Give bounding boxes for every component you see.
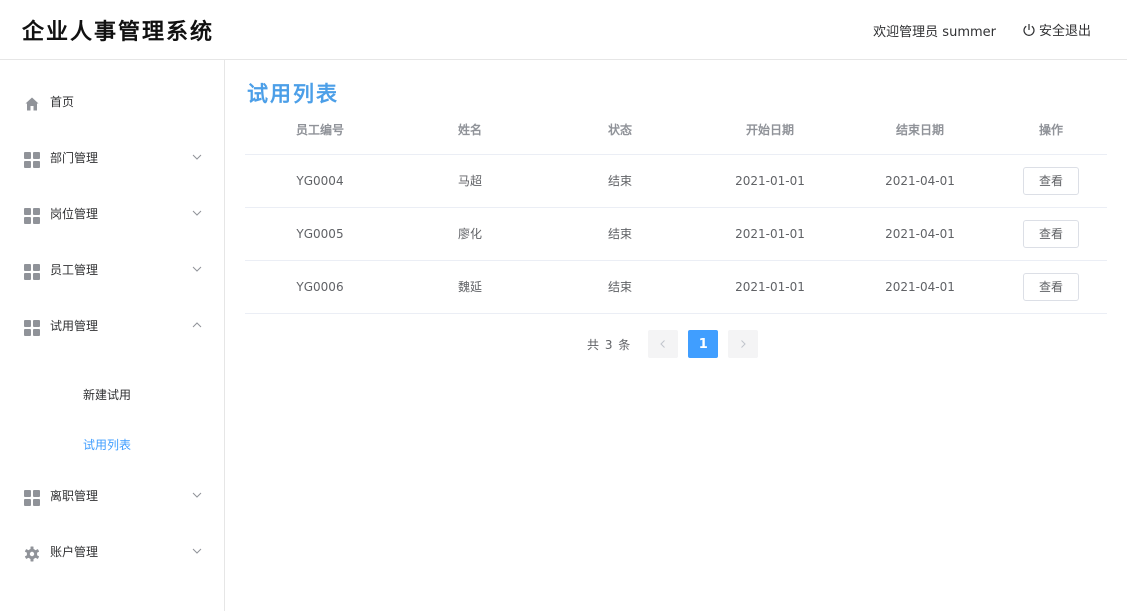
grid-icon <box>24 320 40 336</box>
sidebar-item-label: 首页 <box>50 95 75 109</box>
table-row: YG0006 魏延 结束 2021-01-01 2021-04-01 查看 <box>245 260 1107 314</box>
chevron-down-icon <box>192 266 202 272</box>
cell-end-date: 2021-04-01 <box>845 260 995 314</box>
chevron-left-icon <box>660 340 666 348</box>
sidebar-item-label: 员工管理 <box>50 263 99 277</box>
cell-status: 结束 <box>545 154 695 208</box>
prev-page-button[interactable] <box>648 330 679 358</box>
grid-icon <box>24 490 40 506</box>
sidebar-subitem-label: 新建试用 <box>83 388 132 402</box>
gear-icon <box>24 546 40 562</box>
sidebar-item-label: 试用管理 <box>50 319 99 333</box>
sidebar-item-home[interactable]: 首页 <box>0 75 224 131</box>
sidebar-item-resignation[interactable]: 离职管理 <box>0 469 224 525</box>
column-header: 状态 <box>545 106 695 155</box>
cell-actions: 查看 <box>995 154 1107 208</box>
chevron-down-icon <box>192 548 202 554</box>
table-row: YG0004 马超 结束 2021-01-01 2021-04-01 查看 <box>245 154 1107 208</box>
chevron-up-icon <box>192 322 202 328</box>
top-header: 企业人事管理系统 欢迎管理员 summer 安全退出 <box>0 0 1127 60</box>
cell-end-date: 2021-04-01 <box>845 207 995 261</box>
cell-name: 廖化 <box>395 207 545 261</box>
table-header-row: 员工编号 姓名 状态 开始日期 结束日期 操作 <box>245 106 1107 155</box>
sidebar-subitem-label: 试用列表 <box>83 438 132 452</box>
pagination-total: 共 3 条 <box>587 337 632 352</box>
sidebar-item-probation[interactable]: 试用管理 <box>0 299 224 355</box>
column-header: 开始日期 <box>695 106 845 155</box>
logout-button[interactable]: 安全退出 <box>1022 20 1091 39</box>
cell-name: 魏延 <box>395 260 545 314</box>
pagination: 共 3 条 1 <box>587 330 759 358</box>
sidebar-subitem-probation-list[interactable]: 试用列表 <box>0 418 224 468</box>
view-button[interactable]: 查看 <box>1023 219 1079 248</box>
grid-icon <box>24 152 40 168</box>
page-number-button[interactable]: 1 <box>688 330 719 358</box>
cell-employee-id: YG0006 <box>245 260 395 314</box>
column-header: 员工编号 <box>245 106 395 155</box>
view-button[interactable]: 查看 <box>1023 272 1079 301</box>
home-icon <box>25 97 39 111</box>
table-row: YG0005 廖化 结束 2021-01-01 2021-04-01 查看 <box>245 207 1107 261</box>
sidebar-item-account[interactable]: 账户管理 <box>0 525 224 581</box>
sidebar-item-label: 离职管理 <box>50 489 99 503</box>
chevron-down-icon <box>192 154 202 160</box>
cell-employee-id: YG0004 <box>245 154 395 208</box>
sidebar: 首页 部门管理 岗位管理 员工管理 试用管理 新建试用 试用列表 离职管理 账户… <box>0 60 225 611</box>
sidebar-item-label: 账户管理 <box>50 545 99 559</box>
column-header: 姓名 <box>395 106 545 155</box>
power-icon <box>1023 23 1035 36</box>
chevron-down-icon <box>192 210 202 216</box>
sidebar-item-label: 部门管理 <box>50 151 99 165</box>
cell-end-date: 2021-04-01 <box>845 154 995 208</box>
cell-start-date: 2021-01-01 <box>695 154 845 208</box>
grid-icon <box>24 208 40 224</box>
page-title: 试用列表 <box>247 81 339 106</box>
chevron-right-icon <box>741 340 746 348</box>
cell-status: 结束 <box>545 207 695 261</box>
chevron-down-icon <box>192 492 202 498</box>
app-title: 企业人事管理系统 <box>22 19 215 45</box>
cell-name: 马超 <box>395 154 545 208</box>
cell-start-date: 2021-01-01 <box>695 207 845 261</box>
grid-icon <box>24 264 40 280</box>
welcome-text: 欢迎管理员 summer <box>873 25 996 40</box>
next-page-button[interactable] <box>728 330 759 358</box>
sidebar-item-department[interactable]: 部门管理 <box>0 131 224 187</box>
cell-actions: 查看 <box>995 207 1107 261</box>
cell-start-date: 2021-01-01 <box>695 260 845 314</box>
cell-status: 结束 <box>545 260 695 314</box>
column-header: 结束日期 <box>845 106 995 155</box>
cell-actions: 查看 <box>995 260 1107 314</box>
sidebar-item-employee[interactable]: 员工管理 <box>0 243 224 299</box>
probation-table: 员工编号 姓名 状态 开始日期 结束日期 操作 YG0004 马超 结束 202… <box>245 106 1107 314</box>
column-header: 操作 <box>995 106 1107 155</box>
sidebar-subitem-new-probation[interactable]: 新建试用 <box>0 368 224 418</box>
cell-employee-id: YG0005 <box>245 207 395 261</box>
logout-label: 安全退出 <box>1038 24 1091 39</box>
view-button[interactable]: 查看 <box>1023 166 1079 195</box>
sidebar-item-position[interactable]: 岗位管理 <box>0 187 224 243</box>
sidebar-item-label: 岗位管理 <box>50 207 99 221</box>
